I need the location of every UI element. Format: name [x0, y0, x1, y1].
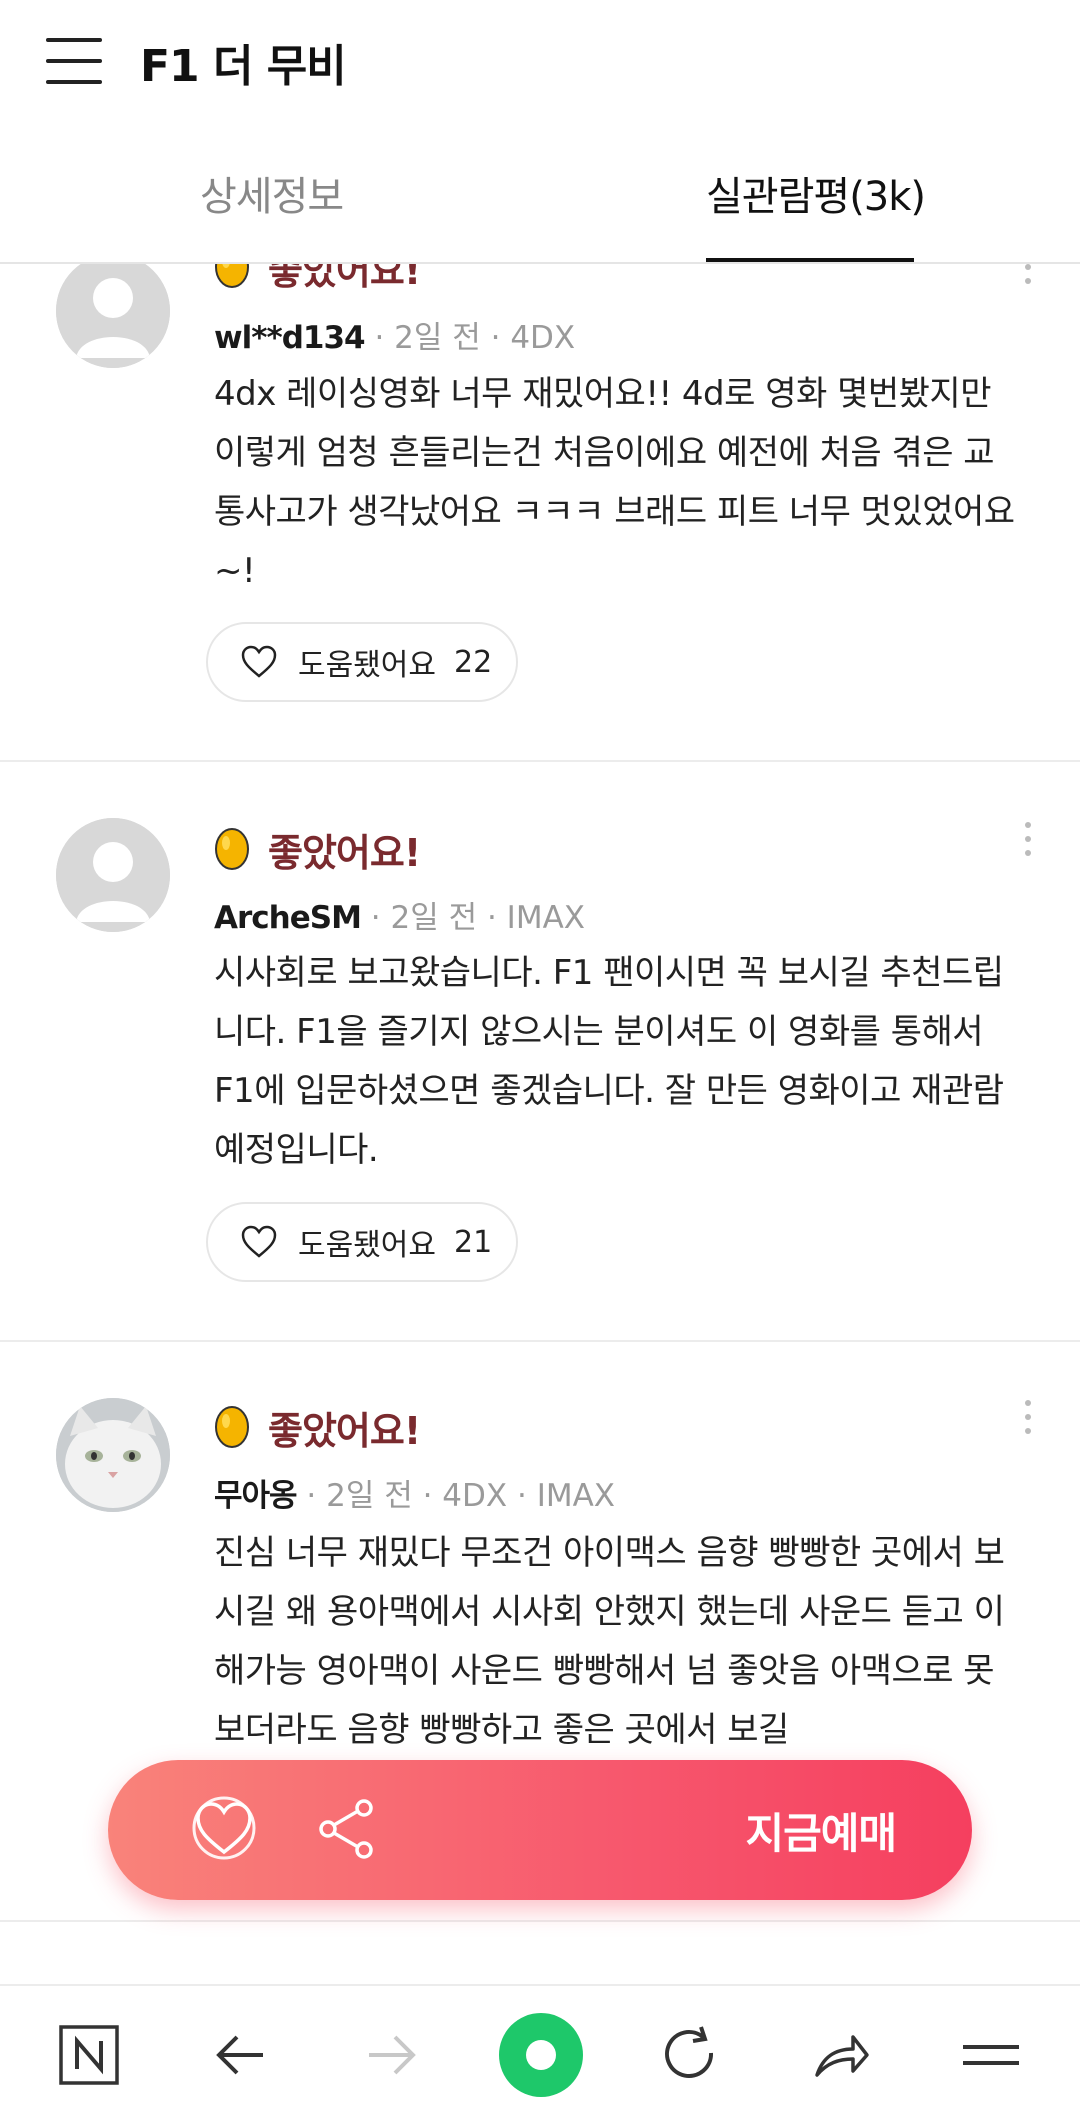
back-arrow-icon[interactable] — [196, 2010, 286, 2100]
more-options-icon[interactable] — [1022, 1400, 1034, 1440]
review-meta: 무아옹 · 2일 전 · 4DX · IMAX — [214, 1470, 615, 1515]
more-options-icon[interactable] — [1022, 822, 1034, 862]
hamburger-menu-icon[interactable] — [46, 38, 102, 84]
rating-badge: 좋았어요! — [214, 824, 421, 875]
page-title: F1 더 무비 — [140, 41, 347, 92]
egg-rating-icon — [215, 1406, 249, 1448]
review-text: 시사회로 보고왔습니다. F1 팬이시면 꼭 보시길 추천드립니다. F1을 즐… — [214, 953, 1004, 1170]
review-username[interactable]: 무아옹 — [214, 1478, 298, 1514]
booking-cta-bar: 지금예매 — [108, 1760, 972, 1900]
avatar-cat[interactable] — [56, 1398, 170, 1512]
book-now-button[interactable]: 지금예매 — [745, 1800, 897, 1861]
avatar[interactable] — [56, 818, 170, 932]
divider — [0, 1920, 1080, 1922]
browser-bottom-nav — [0, 1984, 1080, 2121]
divider — [0, 760, 1080, 762]
egg-rating-icon — [215, 264, 249, 288]
rating-label: 좋았어요! — [268, 264, 421, 293]
refresh-icon[interactable] — [646, 2010, 736, 2100]
helpful-label: 도움됐어요 — [298, 1228, 436, 1263]
naver-home-icon[interactable] — [44, 2010, 134, 2100]
rating-label: 좋았어요! — [268, 830, 421, 875]
more-options-icon[interactable] — [1022, 264, 1034, 290]
review-list[interactable]: 좋았어요! wl**d134 · 2일 전 · 4DX 4dx 레이싱영화 너무… — [0, 264, 1080, 1984]
tab-bar: 상세정보 실관람평(3k) — [0, 122, 1080, 264]
heart-icon — [241, 1225, 277, 1258]
review-username[interactable]: ArcheSM — [214, 900, 362, 936]
avatar[interactable] — [56, 264, 170, 368]
menu-icon[interactable] — [946, 2010, 1036, 2100]
tab-detail-info[interactable]: 상세정보 — [200, 164, 344, 222]
rating-label: 좋았어요! — [268, 1408, 421, 1453]
rating-badge: 좋았어요! — [214, 1402, 421, 1453]
helpful-count: 22 — [454, 644, 493, 680]
egg-rating-icon — [215, 828, 249, 870]
helpful-count: 21 — [454, 1224, 493, 1260]
app-header: F1 더 무비 — [0, 0, 1080, 122]
heart-icon — [241, 645, 277, 678]
review-username[interactable]: wl**d134 — [214, 320, 366, 356]
share-icon[interactable] — [316, 1798, 378, 1860]
helpful-button[interactable]: 도움됐어요 21 — [206, 1202, 518, 1282]
tab-reviews[interactable]: 실관람평(3k) — [706, 164, 926, 222]
active-tab-indicator — [706, 258, 914, 262]
review-text: 4dx 레이싱영화 너무 재밌어요!! 4d로 영화 몇번봤지만 이렇게 엄청 … — [214, 374, 1015, 591]
review-date-format: · 2일 전 · IMAX — [360, 900, 586, 936]
green-dot-icon[interactable] — [496, 2010, 586, 2100]
forward-arrow-icon — [346, 2010, 436, 2100]
divider — [0, 1340, 1080, 1342]
review-date-format: · 2일 전 · 4DX · IMAX — [296, 1478, 616, 1514]
rating-badge: 좋았어요! — [214, 264, 421, 293]
review-date-format: · 2일 전 · 4DX — [364, 320, 576, 356]
share-icon[interactable] — [796, 2010, 886, 2100]
review-meta: wl**d134 · 2일 전 · 4DX — [214, 312, 575, 357]
heart-icon[interactable] — [190, 1794, 258, 1862]
review-text: 진심 너무 재밌다 무조건 아이맥스 음향 빵빵한 곳에서 보시길 왜 용아맥에… — [214, 1533, 1005, 1750]
review-meta: ArcheSM · 2일 전 · IMAX — [214, 892, 585, 937]
helpful-button[interactable]: 도움됐어요 22 — [206, 622, 518, 702]
helpful-label: 도움됐어요 — [298, 648, 436, 683]
